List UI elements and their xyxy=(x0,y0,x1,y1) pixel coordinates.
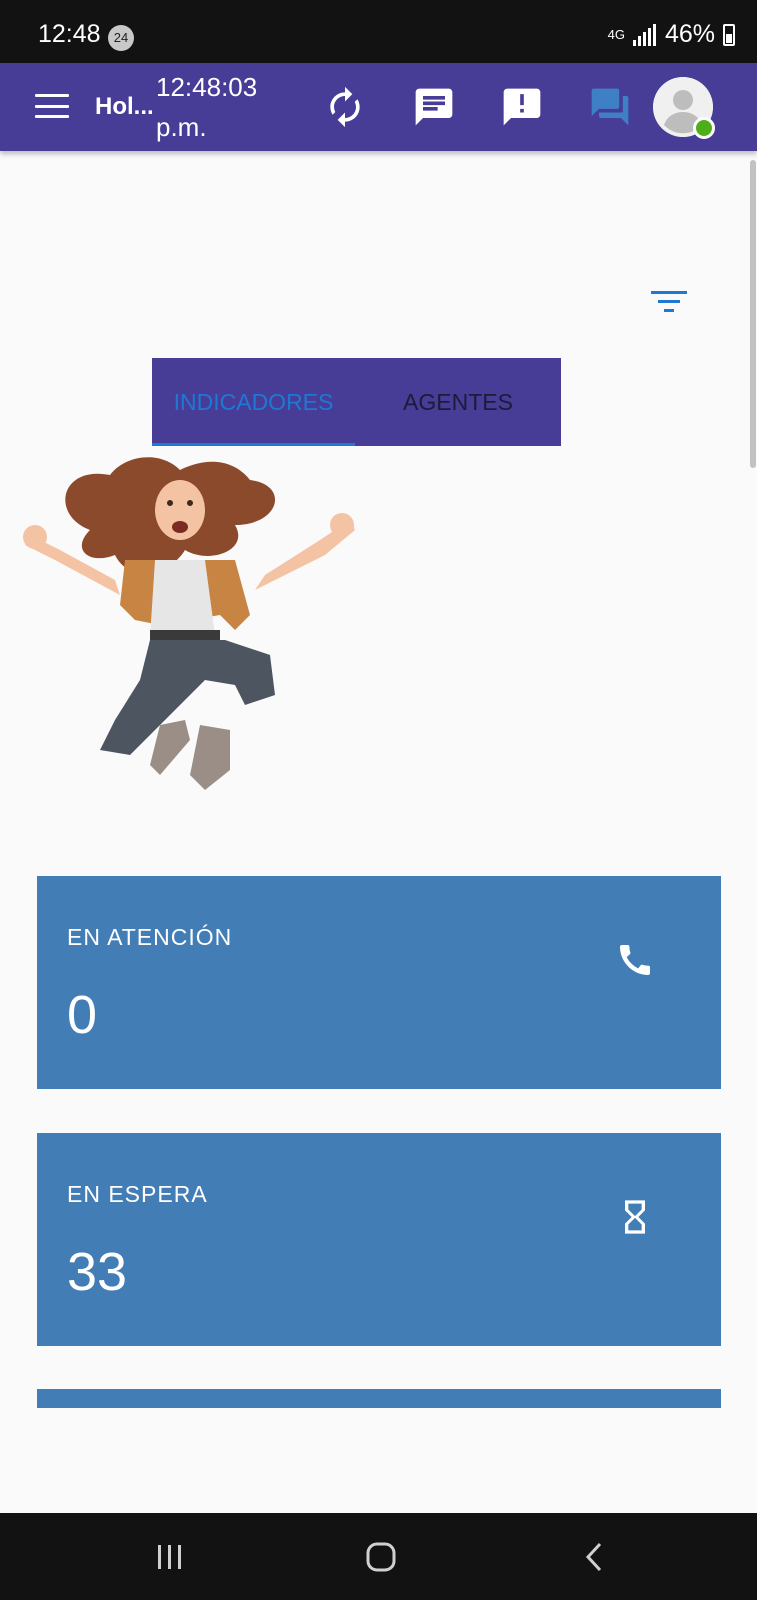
card-en-atencion: EN ATENCIÓN 0 xyxy=(37,876,721,1089)
alert-message-icon[interactable] xyxy=(500,85,544,129)
phone-icon xyxy=(620,945,650,975)
tab-bar: INDICADORES AGENTES xyxy=(152,358,561,446)
status-time: 12:48 xyxy=(38,20,101,48)
home-icon[interactable] xyxy=(357,1533,407,1583)
card-en-espera: EN ESPERA 33 xyxy=(37,1133,721,1346)
refresh-icon[interactable] xyxy=(323,85,367,129)
status-right: 4G 46% xyxy=(608,20,735,49)
clock-period: p.m. xyxy=(156,112,207,142)
card-value: 33 xyxy=(67,1242,128,1302)
filter-icon[interactable] xyxy=(651,288,687,316)
tab-indicadores[interactable]: INDICADORES xyxy=(152,358,355,446)
network-type: 4G xyxy=(607,26,625,42)
forum-icon[interactable] xyxy=(588,85,632,129)
signal-icon xyxy=(632,23,656,46)
recent-apps-icon[interactable] xyxy=(145,1533,195,1583)
status-bar: 12:48 24 4G 46% xyxy=(0,0,757,63)
clock-time: 12:48:03 xyxy=(156,72,258,102)
back-icon[interactable] xyxy=(570,1533,620,1583)
card-value: 0 xyxy=(67,985,98,1045)
jumping-girl-illustration xyxy=(23,457,355,790)
tab-agentes[interactable]: AGENTES xyxy=(355,358,561,446)
battery-icon xyxy=(723,23,735,46)
hourglass-icon xyxy=(625,1200,645,1234)
card-partial xyxy=(37,1389,721,1408)
navigation-bar xyxy=(0,1513,757,1600)
menu-icon[interactable] xyxy=(35,94,69,118)
online-status-dot xyxy=(693,117,715,139)
message-icon[interactable] xyxy=(412,85,456,129)
notification-badge: 24 xyxy=(108,25,134,51)
app-title: Hol... xyxy=(95,93,154,120)
app-bar: Hol... 12:48:03 p.m. xyxy=(0,63,757,151)
card-label: EN ATENCIÓN xyxy=(67,924,233,950)
clock: 12:48:03 p.m. xyxy=(156,67,286,147)
scrollbar[interactable] xyxy=(750,160,756,468)
card-label: EN ESPERA xyxy=(67,1181,208,1207)
battery-percent: 46% xyxy=(664,20,715,48)
active-tab-indicator xyxy=(152,443,355,446)
